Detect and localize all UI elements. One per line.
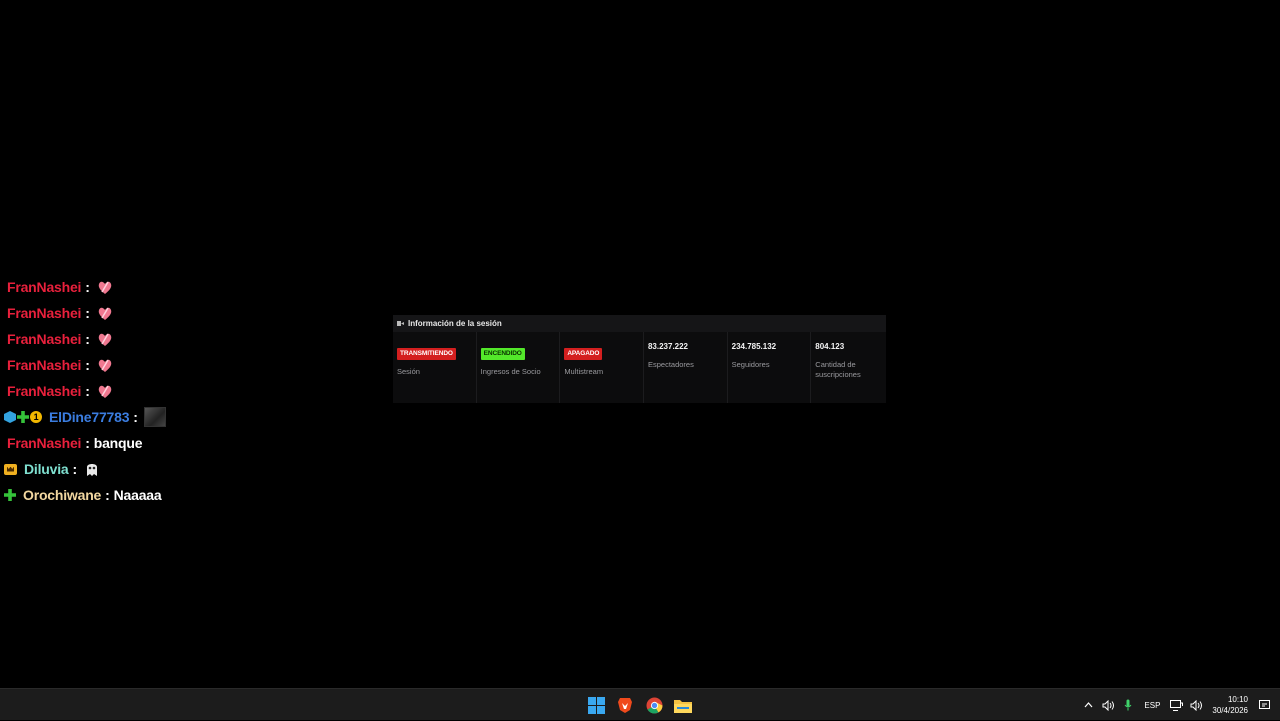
file-explorer-icon[interactable] xyxy=(671,693,695,717)
heart-emote-icon xyxy=(98,385,111,398)
subscriptions-cell: 804.123 Cantidad de suscripciones xyxy=(811,332,886,403)
multistream-cell: APAGADO Multistream xyxy=(560,332,644,403)
ghost-emote-icon xyxy=(86,464,97,476)
session-status-cell: TRANSMITIENDO Sesión xyxy=(393,332,477,403)
viewers-cell: 83.237.222 Espectadores xyxy=(644,332,728,403)
chat-username: FranNashei xyxy=(7,357,82,373)
microphone-icon[interactable] xyxy=(1120,697,1136,713)
followers-count: 234.785.132 xyxy=(731,342,777,351)
one-badge-icon: 1 xyxy=(30,411,42,423)
network-icon[interactable] xyxy=(1168,697,1184,713)
cell-label: Cantidad de suscripciones xyxy=(815,360,861,379)
viewers-count: 83.237.222 xyxy=(647,342,689,351)
image-emote-icon xyxy=(143,407,166,427)
clock-date: 30/4/2026 xyxy=(1212,706,1248,715)
chat-message: FranNashei : xyxy=(4,378,244,404)
panel-header: Información de la sesión xyxy=(393,315,886,332)
chat-username: FranNashei xyxy=(7,305,82,321)
cell-label: Espectadores xyxy=(647,360,694,369)
windows-start-icon[interactable] xyxy=(584,693,608,717)
chat-badges xyxy=(4,489,16,501)
language-indicator[interactable]: ESP xyxy=(1144,701,1160,710)
status-badge: ENCENDIDO xyxy=(480,348,525,360)
notifications-icon[interactable] xyxy=(1256,697,1272,713)
chat-username: FranNashei xyxy=(7,279,82,295)
chat-username: Orochiwane xyxy=(23,487,102,503)
chat-separator: : xyxy=(85,357,90,373)
chat-message: 1 ElDine77783 : xyxy=(4,404,244,430)
brave-browser-icon[interactable] xyxy=(613,693,637,717)
chat-separator: : xyxy=(105,487,110,503)
session-info-panel: Información de la sesión TRANSMITIENDO S… xyxy=(393,315,886,403)
chat-separator: : xyxy=(85,383,90,399)
cube-badge-icon xyxy=(4,411,16,423)
chat-separator: : xyxy=(85,331,90,347)
cell-label: Sesión xyxy=(397,367,420,376)
chat-message: Diluvia : xyxy=(4,456,244,482)
chat-separator: : xyxy=(72,461,78,477)
followers-cell: 234.785.132 Seguidores xyxy=(728,332,812,403)
chat-username: ElDine77783 xyxy=(49,409,130,425)
partner-income-cell: ENCENDIDO Ingresos de Socio xyxy=(477,332,561,403)
clock[interactable]: 10:10 30/4/2026 xyxy=(1212,694,1248,716)
chat-overlay: FranNashei : FranNashei : FranNashei : F… xyxy=(4,274,244,508)
chat-message: FranNashei : xyxy=(4,352,244,378)
chat-separator: : xyxy=(133,409,138,425)
chat-badges: 1 xyxy=(4,411,42,423)
cell-label: Seguidores xyxy=(731,360,770,369)
heart-emote-icon xyxy=(98,333,111,346)
cell-label: Multistream xyxy=(564,367,604,376)
chat-message: FranNashei : xyxy=(4,326,244,352)
chat-username: FranNashei xyxy=(7,331,82,347)
chat-separator: : xyxy=(85,305,90,321)
taskbar-apps xyxy=(584,693,695,717)
camera-icon xyxy=(397,321,404,326)
clock-time: 10:10 xyxy=(1227,695,1248,704)
cell-label: Ingresos de Socio xyxy=(480,367,541,376)
crown-badge-icon xyxy=(4,463,17,475)
heart-emote-icon xyxy=(98,307,111,320)
plus-badge-icon xyxy=(4,489,16,501)
status-badge: TRANSMITIENDO xyxy=(397,348,456,360)
chat-username: FranNashei xyxy=(7,383,82,399)
chat-message: FranNashei : xyxy=(4,274,244,300)
chat-username: Diluvia xyxy=(24,461,69,477)
chat-message: FranNashei : xyxy=(4,300,244,326)
status-badge: APAGADO xyxy=(564,348,603,360)
speaker-icon[interactable] xyxy=(1100,697,1116,713)
plus-badge-icon xyxy=(17,411,29,423)
heart-emote-icon xyxy=(98,281,111,294)
panel-title: Información de la sesión xyxy=(408,319,502,328)
volume-icon[interactable] xyxy=(1188,697,1204,713)
chat-separator: : xyxy=(85,279,90,295)
taskbar: ESP 10:10 30/4/2026 xyxy=(0,688,1280,720)
chrome-icon[interactable] xyxy=(642,693,666,717)
system-tray: ESP 10:10 30/4/2026 xyxy=(1078,689,1280,721)
chat-badges xyxy=(4,463,17,475)
chevron-up-icon[interactable] xyxy=(1080,697,1096,713)
chat-text: banque xyxy=(93,435,143,451)
session-stats: TRANSMITIENDO Sesión ENCENDIDO Ingresos … xyxy=(393,332,886,403)
heart-emote-icon xyxy=(98,359,111,372)
chat-text: Naaaaa xyxy=(113,487,162,503)
subscriptions-count: 804.123 xyxy=(815,342,845,351)
chat-username: FranNashei xyxy=(7,435,82,451)
chat-separator: : xyxy=(85,435,90,451)
chat-message: FranNashei : banque xyxy=(4,430,244,456)
chat-message: Orochiwane : Naaaaa xyxy=(4,482,244,508)
